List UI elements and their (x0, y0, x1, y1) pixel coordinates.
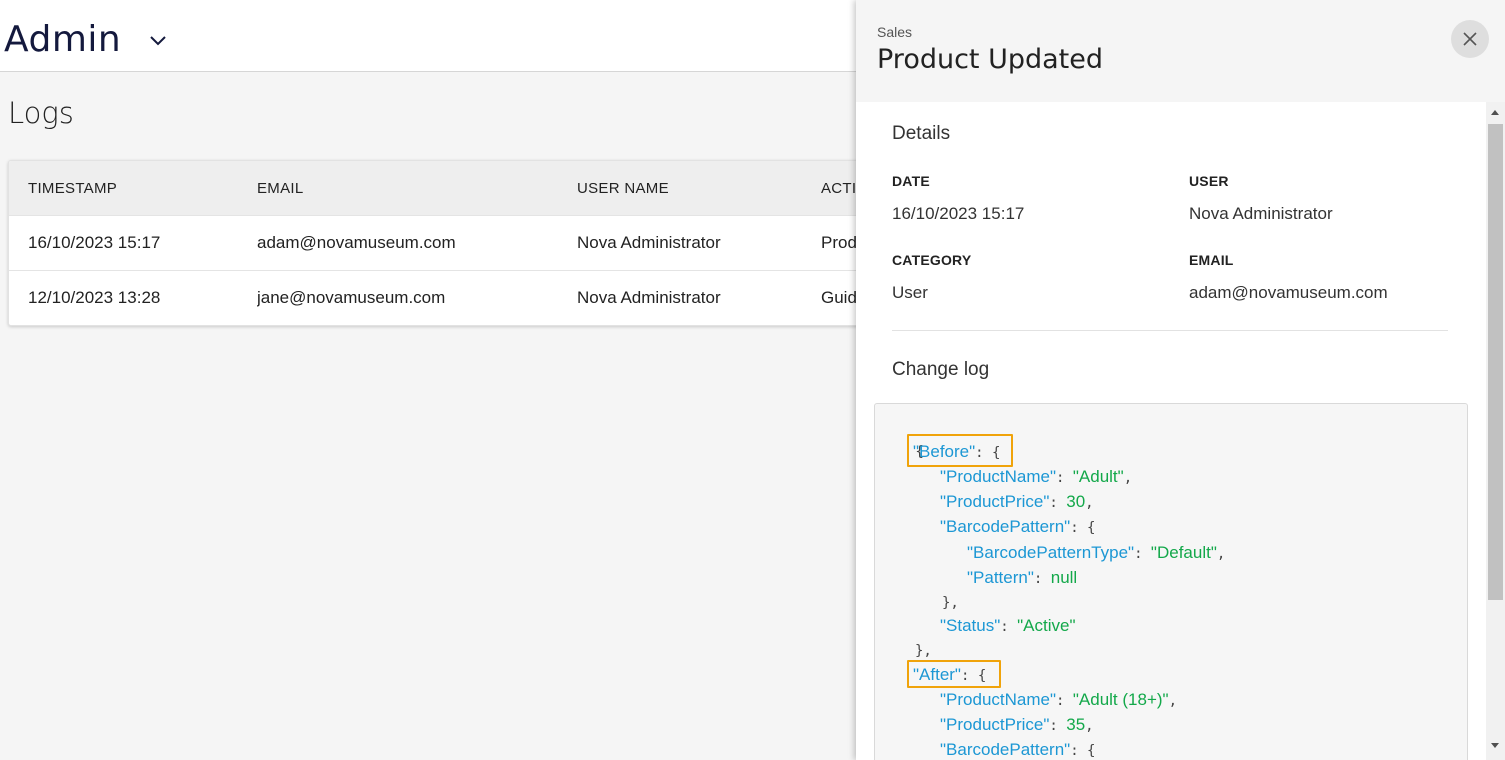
json-key: "BarcodePatternType" (967, 543, 1135, 562)
row-email: adam@novamuseum.com (257, 233, 456, 252)
json-value: "Default" (1150, 543, 1217, 562)
scroll-thumb[interactable] (1488, 124, 1503, 600)
table-row[interactable]: 12/10/2023 13:28 jane@novamuseum.com Nov… (9, 270, 907, 325)
panel-title: Product Updated (877, 44, 1104, 75)
log-detail-panel: Sales Product Updated Details DATE 16/10… (856, 0, 1505, 760)
chevron-down-icon[interactable] (148, 30, 168, 50)
section-divider (892, 330, 1448, 331)
close-icon (1463, 32, 1477, 46)
json-key: "Pattern" (967, 568, 1034, 587)
row-timestamp: 12/10/2023 13:28 (28, 288, 161, 307)
json-key: "BarcodePattern" (940, 517, 1071, 536)
column-header-user-name[interactable]: USER NAME (577, 161, 812, 215)
table-header-row: TIMESTAMP EMAIL USER NAME ACTI (9, 161, 907, 215)
logs-table: TIMESTAMP EMAIL USER NAME ACTI 16/10/202… (8, 160, 908, 326)
details-section-title: Details (892, 123, 951, 144)
table-row[interactable]: 16/10/2023 15:17 adam@novamuseum.com Nov… (9, 215, 907, 270)
json-key-before: "Before" (913, 442, 976, 461)
page-title: Logs (8, 96, 74, 130)
json-key: "Status" (940, 616, 1001, 635)
panel-category: Sales (877, 24, 913, 40)
panel-header: Sales Product Updated (856, 0, 1505, 102)
json-value: null (1050, 568, 1078, 587)
app-title: Admin (4, 19, 122, 60)
json-key-after: "After" (913, 665, 961, 684)
json-key: "ProductName" (940, 467, 1057, 486)
category-label: CATEGORY (892, 252, 972, 268)
json-value: 30 (1066, 492, 1086, 511)
json-key: "BarcodePattern" (940, 740, 1071, 759)
column-header-timestamp[interactable]: TIMESTAMP (28, 161, 248, 215)
scroll-down-arrow-icon[interactable] (1491, 743, 1499, 748)
email-value: adam@novamuseum.com (1189, 283, 1388, 302)
json-key: "ProductName" (940, 690, 1057, 709)
change-log-code[interactable]: { "Before": { "ProductName": "Adult", "P… (874, 403, 1468, 760)
row-user-name: Nova Administrator (577, 233, 721, 252)
json-value: "Adult" (1072, 467, 1124, 486)
json-value: "Adult (18+)" (1072, 690, 1169, 709)
user-label: USER (1189, 173, 1229, 189)
scroll-up-arrow-icon[interactable] (1491, 110, 1499, 115)
close-button[interactable] (1451, 20, 1489, 58)
row-user-name: Nova Administrator (577, 288, 721, 307)
column-header-email[interactable]: EMAIL (257, 161, 567, 215)
category-value: User (892, 283, 928, 302)
row-timestamp: 16/10/2023 15:17 (28, 233, 161, 252)
json-value: "Active" (1017, 616, 1076, 635)
user-value: Nova Administrator (1189, 204, 1333, 223)
date-value: 16/10/2023 15:17 (892, 204, 1025, 223)
change-log-title: Change log (892, 359, 990, 380)
email-label: EMAIL (1189, 252, 1234, 268)
json-key: "ProductPrice" (940, 715, 1050, 734)
row-email: jane@novamuseum.com (257, 288, 446, 307)
json-value: 35 (1066, 715, 1086, 734)
json-key: "ProductPrice" (940, 492, 1050, 511)
panel-scrollbar[interactable] (1486, 102, 1505, 760)
date-label: DATE (892, 173, 930, 189)
